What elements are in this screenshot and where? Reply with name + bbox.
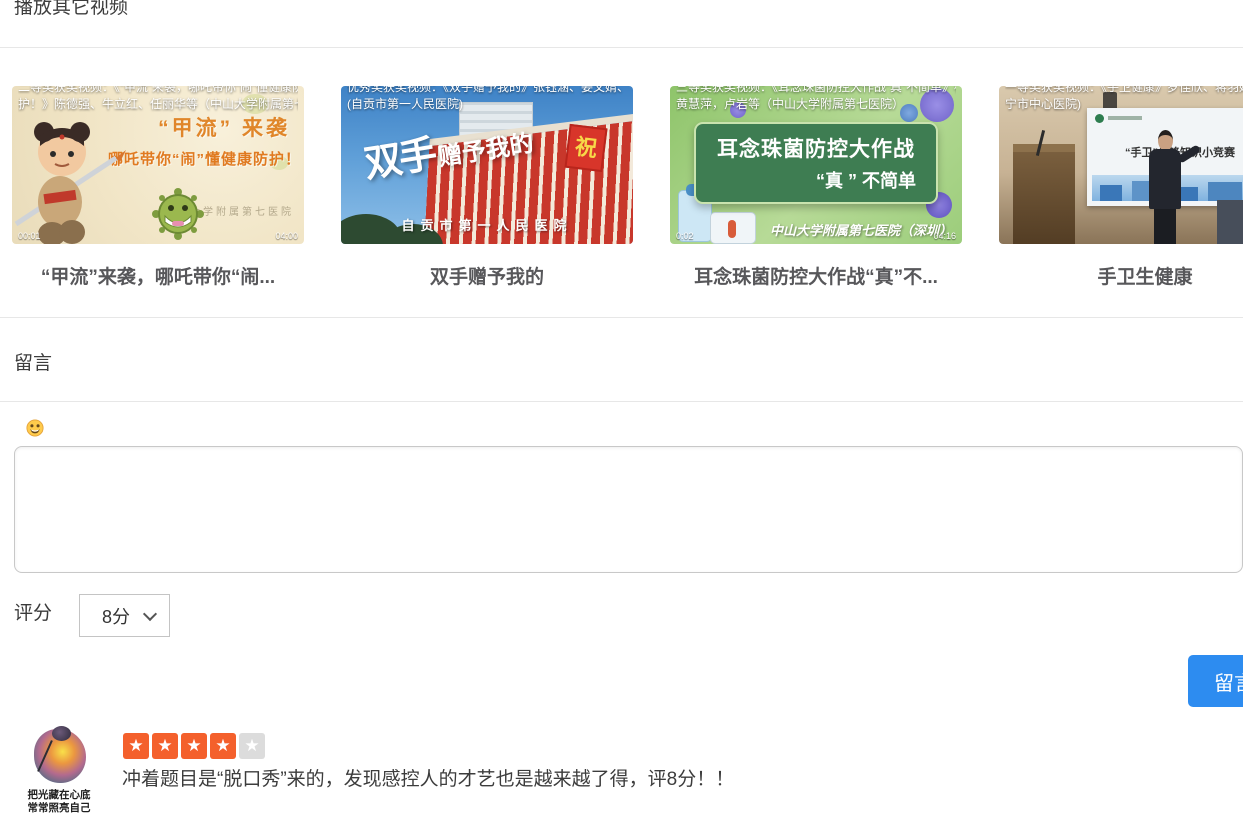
thumb-art-title: “甲流” 来袭 bbox=[158, 112, 290, 142]
video-thumbnail: 二等奖获奖视频：《“甲流”来袭，哪吒带你“闹”懂健康防 护！》陈德强、牛立红、任… bbox=[12, 86, 304, 244]
star-rating: ★★★★★ bbox=[123, 733, 265, 759]
rating-label: 评分 bbox=[14, 598, 52, 625]
star-filled-icon: ★ bbox=[210, 733, 236, 759]
star-filled-icon: ★ bbox=[152, 733, 178, 759]
video-title: 双手赠予我的 bbox=[341, 262, 633, 289]
video-thumbnail: 三等奖获奖视频：《耳念珠菌防控大作战“真”不简单》杜丽， 黄慧萍，卢岩等（中山大… bbox=[670, 86, 962, 244]
timestamp-current: 0:02 bbox=[676, 231, 694, 241]
building-block bbox=[1208, 182, 1242, 201]
star-filled-icon: ★ bbox=[123, 733, 149, 759]
timestamp-duration: 04:16 bbox=[933, 231, 956, 241]
hospital-logo bbox=[1095, 114, 1104, 123]
section-title-other-videos: 播放其它视频 bbox=[14, 0, 128, 21]
video-card-ernianzhujun[interactable]: 三等奖获奖视频：《耳念珠菌防控大作战“真”不简单》杜丽， 黄慧萍，卢岩等（中山大… bbox=[670, 86, 962, 289]
page: 播放其它视频 二等奖获奖视频：《“甲流”来袭，哪吒带你“闹”懂健康防 护！》陈德… bbox=[0, 0, 1243, 831]
star-empty-icon: ★ bbox=[239, 733, 265, 759]
star-filled-icon: ★ bbox=[181, 733, 207, 759]
emoji-picker-icon[interactable] bbox=[26, 419, 44, 437]
judge-desk bbox=[1217, 200, 1243, 244]
building-block bbox=[1100, 185, 1122, 201]
video-card-row: 二等奖获奖视频：《“甲流”来袭，哪吒带你“闹”懂健康防 护！》陈德强、牛立红、任… bbox=[12, 86, 1243, 289]
nezha-character-illustration bbox=[12, 106, 126, 244]
rating-select[interactable]: 8分 bbox=[79, 594, 170, 637]
divider bbox=[0, 401, 1243, 402]
rating-selected-value: 8分 bbox=[80, 603, 130, 629]
section-title-comments: 留言 bbox=[14, 351, 52, 377]
thumbnail-caption: 二等奖获奖视频：《“甲流”来袭，哪吒带你“闹”懂健康防 护！》陈德强、牛立红、任… bbox=[12, 86, 304, 113]
chevron-down-icon bbox=[143, 607, 157, 621]
video-thumbnail: 祝 优秀奖获奖视频：《双手赠予我的》张钰涵、姜文婧、曹莉等 (自贡市第一人民医院… bbox=[341, 86, 633, 244]
thumbnail-caption: 优秀奖获奖视频：《双手赠予我的》张钰涵、姜文婧、曹莉等 (自贡市第一人民医院) bbox=[341, 86, 633, 113]
thumb-art-footer: 中山大学附属第七医院（深圳） bbox=[770, 220, 952, 239]
video-title: “甲流”来袭，哪吒带你“闹... bbox=[12, 262, 304, 289]
comment-textarea[interactable] bbox=[14, 446, 1243, 573]
thumbnail-caption: 三等奖获奖视频：《耳念珠菌防控大作战“真”不简单》杜丽， 黄慧萍，卢岩等（中山大… bbox=[670, 86, 962, 113]
presenter-silhouette bbox=[1149, 130, 1181, 244]
virus-cartoon-illustration bbox=[152, 188, 204, 240]
comment-text: 冲着题目是“脱口秀”来的，发现感控人的才艺也是越来越了得，评8分！！ bbox=[122, 766, 734, 794]
video-card-jialiu[interactable]: 二等奖获奖视频：《“甲流”来袭，哪吒带你“闹”懂健康防 护！》陈德强、牛立红、任… bbox=[12, 86, 304, 289]
presenter-body bbox=[1149, 149, 1181, 209]
video-card-shouwei[interactable]: “手卫”先锋知识小竞赛 一等奖获奖视频：《手卫健康》罗佳欣、蒋羽婷、汤小 宁市中… bbox=[999, 86, 1243, 289]
video-title: 手卫生健康 bbox=[999, 262, 1243, 289]
video-thumbnail: “手卫”先锋知识小竞赛 一等奖获奖视频：《手卫健康》罗佳欣、蒋羽婷、汤小 宁市中… bbox=[999, 86, 1243, 244]
divider bbox=[0, 317, 1243, 318]
commenter-avatar: 把光藏在心底 常常照亮自己 bbox=[14, 727, 104, 815]
supply-box-mark bbox=[728, 220, 736, 238]
submit-comment-button[interactable]: 留言 bbox=[1188, 655, 1243, 707]
presenter-head bbox=[1158, 130, 1173, 151]
hospital-logo-text bbox=[1108, 116, 1142, 120]
avatar-artwork bbox=[14, 727, 104, 785]
thumb-art-subtitle: 哪吒带你“闹”懂健康防护！ bbox=[108, 148, 301, 169]
video-title: 耳念珠菌防控大作战“真”不... bbox=[670, 262, 962, 289]
avatar-caption: 把光藏在心底 常常照亮自己 bbox=[14, 789, 104, 815]
thumb-art-panel: 耳念珠菌防控大作战 “真 ” 不简单 bbox=[694, 122, 938, 204]
zhu-banner: 祝 bbox=[564, 124, 607, 172]
thumb-art-footer: 自贡市第一人民医院 bbox=[341, 215, 633, 234]
video-card-shuangshou[interactable]: 祝 优秀奖获奖视频：《双手赠予我的》张钰涵、姜文婧、曹莉等 (自贡市第一人民医院… bbox=[341, 86, 633, 289]
presenter-legs bbox=[1154, 209, 1176, 244]
thumbnail-caption: 一等奖获奖视频：《手卫健康》罗佳欣、蒋羽婷、汤小 宁市中心医院) bbox=[999, 86, 1243, 113]
timestamp-current: 00:01 bbox=[18, 231, 41, 241]
timestamp-duration: 04:00 bbox=[275, 231, 298, 241]
divider bbox=[0, 47, 1243, 48]
podium bbox=[1013, 144, 1075, 244]
avatar-figure-head bbox=[52, 726, 71, 741]
